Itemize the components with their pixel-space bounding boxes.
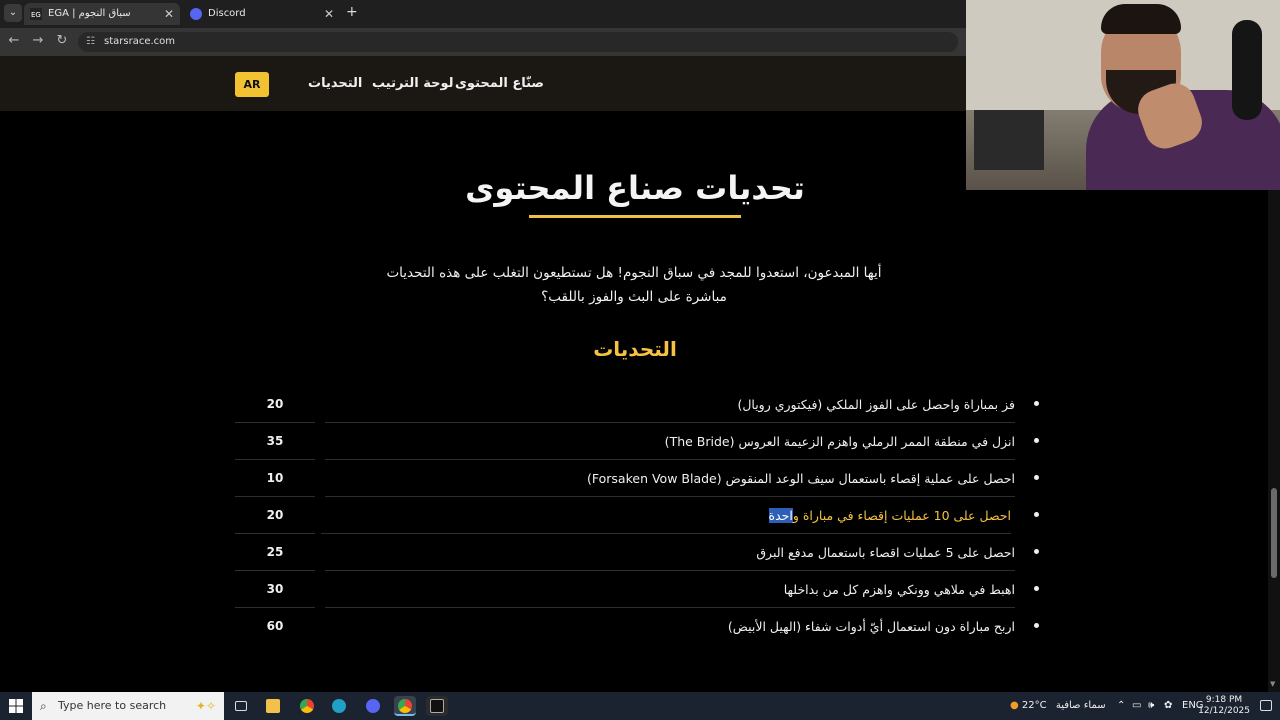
weather-icon: ● xyxy=(1010,700,1019,711)
bullet-icon xyxy=(1034,438,1039,443)
url-field[interactable]: ☷ starsrace.com xyxy=(78,32,958,52)
nav-challenges[interactable]: التحديات xyxy=(308,76,362,91)
nav-creators[interactable]: صنّاع المحتوى xyxy=(455,76,544,91)
epic-games-icon[interactable] xyxy=(426,696,448,716)
challenge-text: انزل في منطقة الممر الرملي واهزم الزعيمة… xyxy=(325,423,1015,460)
search-placeholder: Type here to search xyxy=(58,699,167,712)
nav-leaderboard[interactable]: لوحة الترتيب xyxy=(372,76,454,91)
ega-favicon-icon: EG xyxy=(30,8,42,20)
tray-app-icon[interactable]: ✿ xyxy=(1164,692,1172,720)
reload-icon[interactable]: ↻ xyxy=(54,33,70,48)
discord-app-icon[interactable] xyxy=(362,696,384,716)
scroll-down-icon[interactable]: ▼ xyxy=(1270,680,1275,688)
intro-text: أيها المبدعون، استعدوا للمجد في سباق الن… xyxy=(386,265,882,305)
weather-text: سماء صافية xyxy=(1055,700,1106,711)
bullet-icon xyxy=(1034,549,1039,554)
challenge-row-highlighted: 20 احصل على 10 عمليات إقصاء في مباراة وا… xyxy=(235,497,1045,534)
challenge-text: اربح مباراة دون استعمال أيّ أدوات شفاء (… xyxy=(727,619,1015,634)
language-button[interactable]: AR xyxy=(235,72,269,97)
bullet-icon xyxy=(1034,586,1039,591)
challenge-points: 30 xyxy=(235,571,315,608)
back-arrow-icon[interactable]: ← xyxy=(6,33,22,48)
new-tab-plus-icon[interactable]: + xyxy=(346,4,358,20)
selected-text: احدة xyxy=(768,508,793,523)
challenge-row: 30 اهبط في ملاهي وونكي واهزم كل من بداخل… xyxy=(235,571,1045,608)
scrollbar-thumb[interactable] xyxy=(1271,488,1277,578)
tray-chevron-up-icon[interactable]: ⌃ xyxy=(1117,692,1125,720)
tab-ega[interactable]: EG EGA | سباق النجوم ✕ xyxy=(24,3,180,25)
webcam-headset xyxy=(1232,20,1262,120)
clock-date: 12/12/2025 xyxy=(1198,706,1250,716)
challenge-text: اهبط في ملاهي وونكي واهزم كل من بداخلها xyxy=(325,571,1015,608)
challenge-points: 20 xyxy=(235,497,315,534)
sparkle-icon: ✦✧ xyxy=(195,699,216,713)
task-view-icon[interactable] xyxy=(230,696,252,716)
weather-widget[interactable]: ● 22°C سماء صافية xyxy=(1010,692,1106,720)
webcam-person-hair xyxy=(1101,4,1181,34)
tab-search-dropdown-icon[interactable]: ⌄ xyxy=(4,4,22,22)
tab-title: EGA | سباق النجوم xyxy=(48,8,131,19)
challenge-row: 10 احصل على عملية إقصاء باستعمال سيف الو… xyxy=(235,460,1045,497)
challenge-row: 60 اربح مباراة دون استعمال أيّ أدوات شفا… xyxy=(235,608,1045,645)
challenge-row: 20 فز بمباراة واحصل على الفوز الملكي (في… xyxy=(235,386,1045,423)
challenge-text: احصل على 10 عمليات إقصاء في مباراة واحدة xyxy=(321,497,1011,534)
chrome-active-icon[interactable] xyxy=(394,696,416,716)
challenge-points: 25 xyxy=(235,534,315,571)
section-title: التحديات xyxy=(593,337,677,361)
bullet-icon xyxy=(1034,623,1039,628)
challenge-row: 25 احصل على 5 عمليات اقصاء باستعمال مدفع… xyxy=(235,534,1045,571)
forward-arrow-icon[interactable]: → xyxy=(30,33,46,48)
challenge-row: 35 انزل في منطقة الممر الرملي واهزم الزع… xyxy=(235,423,1045,460)
challenge-points: 60 xyxy=(266,619,284,633)
challenge-points: 35 xyxy=(235,423,315,460)
tab-discord[interactable]: Discord ✕ xyxy=(184,3,340,25)
notification-icon[interactable] xyxy=(1260,700,1272,711)
bullet-icon xyxy=(1034,475,1039,480)
challenge-text-part: احصل على 10 عمليات إقصاء في مباراة و xyxy=(792,508,1011,523)
close-tab-icon[interactable]: ✕ xyxy=(324,3,334,25)
page-content: تحديات صناع المحتوى أيها المبدعون، استعد… xyxy=(0,111,1268,692)
taskbar-clock[interactable]: 9:18 PM 12/12/2025 xyxy=(1198,695,1250,717)
volume-icon[interactable]: 🕪 xyxy=(1148,692,1154,720)
challenge-points: 20 xyxy=(235,386,315,423)
windows-start-icon[interactable] xyxy=(8,698,24,714)
title-underline xyxy=(529,215,741,218)
discord-favicon-icon xyxy=(190,8,202,20)
weather-temp: 22°C xyxy=(1021,700,1047,711)
edge-icon[interactable] xyxy=(328,696,350,716)
webcam-monitor xyxy=(974,110,1044,170)
challenge-points: 10 xyxy=(235,460,315,497)
file-explorer-icon[interactable] xyxy=(262,696,284,716)
close-tab-icon[interactable]: ✕ xyxy=(164,3,174,25)
windows-taskbar: ⌕ Type here to search ✦✧ ● 22°C سماء صاف… xyxy=(0,692,1280,720)
challenge-text: احصل على 5 عمليات اقصاء باستعمال مدفع ال… xyxy=(325,534,1015,571)
search-icon: ⌕ xyxy=(40,699,47,713)
network-icon[interactable]: ▭ xyxy=(1132,692,1141,720)
challenge-text: احصل على عملية إقصاء باستعمال سيف الوعد … xyxy=(325,460,1015,497)
svg-text:EG: EG xyxy=(31,11,41,19)
webcam-overlay xyxy=(966,0,1280,190)
tab-title: Discord xyxy=(208,8,246,19)
clock-time: 9:18 PM xyxy=(1205,695,1243,705)
taskbar-search-field[interactable]: ⌕ Type here to search ✦✧ xyxy=(32,692,224,720)
challenge-text: فز بمباراة واحصل على الفوز الملكي (فيكتو… xyxy=(325,386,1015,423)
page-title: تحديات صناع المحتوى xyxy=(465,169,805,207)
site-info-icon[interactable]: ☷ xyxy=(86,32,95,52)
url-text: starsrace.com xyxy=(104,36,176,47)
bullet-icon xyxy=(1034,401,1039,406)
bullet-icon xyxy=(1034,512,1039,517)
chrome-icon[interactable] xyxy=(296,696,318,716)
